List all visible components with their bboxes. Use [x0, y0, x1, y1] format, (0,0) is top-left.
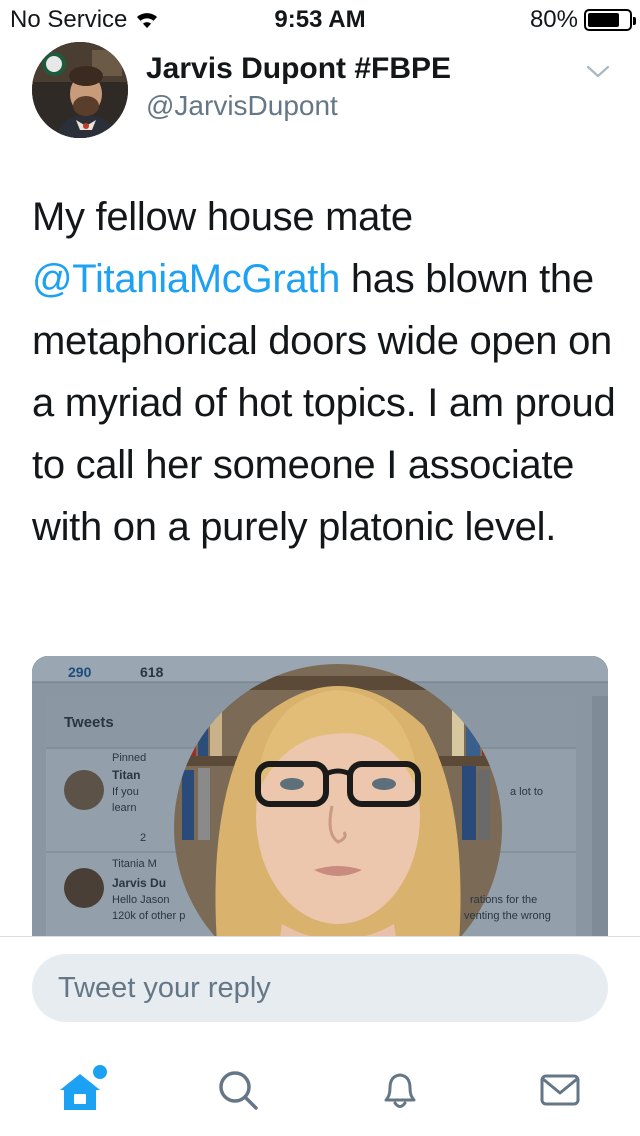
tweet-media[interactable]: 290 618 Tweets Pinned Titan If you learn…: [32, 656, 608, 936]
display-name[interactable]: Jarvis Dupont #FBPE: [146, 52, 451, 86]
media-row1-line1: If you: [112, 786, 139, 798]
status-right: 80%: [529, 6, 636, 34]
tweet-text: My fellow house mate @TitaniaMcGrath has…: [32, 186, 622, 558]
media-row1-right: a lot to: [510, 786, 544, 798]
media-reply-count: 2: [140, 832, 147, 844]
media-pinned-label: Pinned: [112, 752, 147, 764]
tab-home[interactable]: [50, 1060, 110, 1120]
media-following-count: 618: [140, 664, 164, 680]
status-bar: No Service 9:53 AM 80%: [0, 0, 640, 40]
battery-nub: [633, 17, 636, 25]
home-icon: [60, 1065, 107, 1110]
media-row2-right2: venting the wrong: [464, 910, 551, 922]
search-icon: [219, 1071, 258, 1110]
divider: [0, 936, 640, 937]
battery-percent: 80%: [529, 6, 578, 33]
tab-search[interactable]: [208, 1060, 268, 1120]
reply-placeholder: Tweet your reply: [58, 972, 271, 1004]
media-row2-name: Jarvis Du: [112, 876, 167, 890]
media-retweet-label: Titania M: [112, 858, 157, 870]
media-row1-name: Titan: [112, 768, 141, 782]
tab-messages[interactable]: [530, 1060, 590, 1120]
media-tweets-count: 290: [68, 664, 92, 680]
messages-icon: [540, 1074, 580, 1106]
chevron-down-icon[interactable]: [584, 62, 612, 82]
reply-input[interactable]: Tweet your reply: [32, 954, 608, 1022]
tweet-text-before: My fellow house mate: [32, 195, 413, 239]
avatar[interactable]: [32, 42, 128, 138]
media-tab-label: Tweets: [64, 714, 114, 731]
user-handle[interactable]: @JarvisDupont: [146, 90, 338, 122]
battery-fill: [588, 13, 620, 27]
media-row2-line2: 120k of other p: [112, 910, 186, 922]
mention-link[interactable]: @TitaniaMcGrath: [32, 257, 340, 301]
media-row1-line2: learn: [112, 802, 137, 814]
notifications-icon: [384, 1073, 416, 1108]
avatar-image: [32, 42, 128, 138]
battery-icon: [584, 9, 636, 31]
tab-notifications[interactable]: [370, 1060, 430, 1120]
media-row2-right1: rations for the: [470, 894, 538, 906]
media-row2-line1: Hello Jason: [112, 894, 170, 906]
